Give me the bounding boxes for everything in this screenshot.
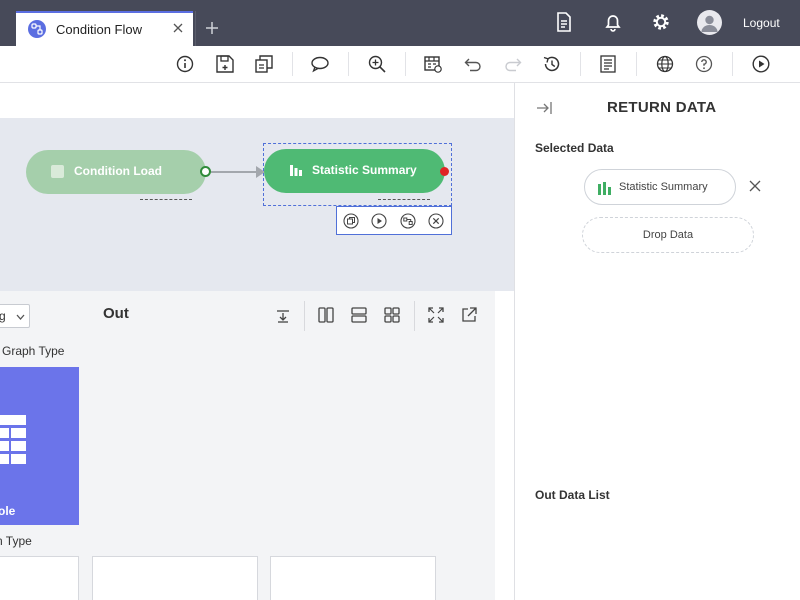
play-icon[interactable] bbox=[371, 213, 387, 229]
graph-type-table-card[interactable]: ole bbox=[0, 367, 79, 525]
split-horizontal-icon[interactable] bbox=[350, 306, 368, 324]
dropdown-value: g bbox=[0, 309, 6, 323]
node-action-bar bbox=[336, 206, 452, 235]
toolbar-divider bbox=[580, 52, 581, 76]
out-panel: g Out Graph Type ole n Type bbox=[0, 291, 495, 600]
type-option-card[interactable] bbox=[0, 556, 79, 600]
logout-link[interactable]: Logout bbox=[743, 16, 780, 30]
calendar-icon[interactable] bbox=[423, 54, 443, 74]
gear-icon[interactable] bbox=[650, 11, 672, 33]
document-icon[interactable] bbox=[553, 11, 575, 33]
second-type-label: n Type bbox=[0, 534, 32, 548]
external-link-icon[interactable] bbox=[460, 306, 478, 324]
toolbar-divider bbox=[636, 52, 637, 76]
drop-data-zone[interactable]: Drop Data bbox=[582, 217, 754, 253]
node-underline bbox=[378, 199, 430, 200]
panel-divider bbox=[414, 301, 415, 331]
drop-zone-label: Drop Data bbox=[642, 229, 694, 241]
redo-icon[interactable] bbox=[503, 54, 523, 74]
node-label: Condition Load bbox=[74, 164, 162, 178]
selected-data-label: Selected Data bbox=[535, 141, 614, 155]
collapse-panel-icon[interactable] bbox=[535, 99, 553, 117]
download-icon[interactable] bbox=[274, 306, 292, 324]
node-underline bbox=[140, 199, 192, 200]
user-avatar-icon[interactable] bbox=[697, 10, 722, 35]
type-option-card[interactable] bbox=[270, 556, 436, 600]
type-option-card[interactable] bbox=[92, 556, 258, 600]
graph-type-label: Graph Type bbox=[2, 344, 65, 358]
copy-icon[interactable] bbox=[343, 213, 359, 229]
list-icon[interactable] bbox=[598, 54, 618, 74]
tab-title: Condition Flow bbox=[56, 22, 142, 37]
connect-icon[interactable] bbox=[400, 213, 416, 229]
comment-icon[interactable] bbox=[310, 54, 330, 74]
undo-icon[interactable] bbox=[463, 54, 483, 74]
history-icon[interactable] bbox=[542, 54, 562, 74]
remove-chip-icon[interactable] bbox=[748, 179, 762, 193]
zoom-in-icon[interactable] bbox=[367, 54, 387, 74]
toolbar-divider bbox=[348, 52, 349, 76]
globe-icon[interactable] bbox=[655, 54, 675, 74]
toolbar-divider bbox=[292, 52, 293, 76]
flow-icon bbox=[28, 20, 46, 38]
tab-close-icon[interactable] bbox=[171, 21, 185, 35]
bar-chart-icon bbox=[597, 180, 613, 201]
top-bar: Condition Flow Logout bbox=[0, 0, 800, 46]
node-statistic-summary[interactable]: Statistic Summary bbox=[264, 149, 445, 193]
add-tab-button[interactable] bbox=[195, 11, 227, 46]
toolbar-divider bbox=[405, 52, 406, 76]
chip-label: Statistic Summary bbox=[619, 181, 708, 193]
delete-icon[interactable] bbox=[428, 213, 444, 229]
panel-divider bbox=[304, 301, 305, 331]
split-vertical-icon[interactable] bbox=[317, 306, 335, 324]
return-data-panel: RETURN DATA Selected Data Statistic Summ… bbox=[514, 83, 800, 600]
flow-canvas[interactable]: Condition Load Statistic Summary bbox=[0, 118, 514, 291]
bar-chart-icon bbox=[288, 162, 304, 183]
edit-icon bbox=[51, 165, 64, 178]
table-icon bbox=[0, 415, 28, 478]
out-data-list-label: Out Data List bbox=[535, 488, 610, 502]
toolbar-divider bbox=[732, 52, 733, 76]
node-condition-load[interactable]: Condition Load bbox=[26, 150, 206, 194]
bell-icon[interactable] bbox=[602, 11, 624, 33]
output-port[interactable] bbox=[440, 167, 449, 176]
type-dropdown[interactable]: g bbox=[0, 304, 30, 328]
help-icon[interactable] bbox=[694, 54, 714, 74]
run-icon[interactable] bbox=[751, 54, 771, 74]
copy-icon[interactable] bbox=[254, 54, 274, 74]
selected-data-chip[interactable]: Statistic Summary bbox=[584, 169, 736, 205]
chevron-down-icon bbox=[16, 314, 25, 320]
out-title: Out bbox=[103, 305, 129, 322]
output-port[interactable] bbox=[200, 166, 211, 177]
graph-type-name: ole bbox=[0, 504, 16, 518]
grid-view-icon[interactable] bbox=[383, 306, 401, 324]
info-icon[interactable] bbox=[175, 54, 195, 74]
toolbar bbox=[0, 46, 800, 83]
fullscreen-icon[interactable] bbox=[427, 306, 445, 324]
node-label: Statistic Summary bbox=[312, 163, 417, 177]
panel-title: RETURN DATA bbox=[607, 99, 717, 116]
save-icon[interactable] bbox=[215, 54, 235, 74]
tab-condition-flow[interactable]: Condition Flow bbox=[16, 11, 193, 46]
